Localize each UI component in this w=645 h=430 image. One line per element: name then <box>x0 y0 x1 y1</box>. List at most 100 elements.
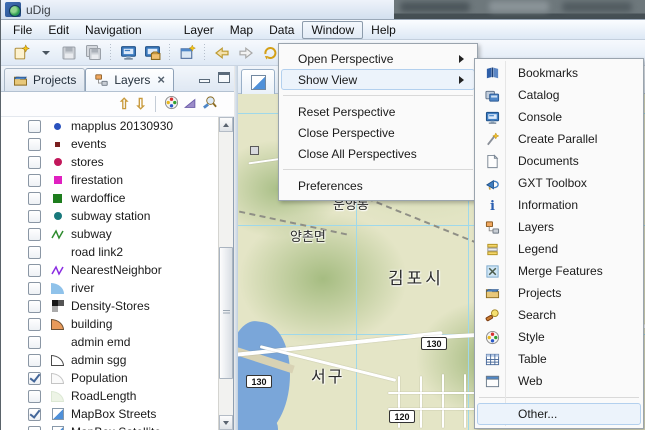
layer-checkbox[interactable] <box>28 263 41 277</box>
panel-tabs: Projects Layers × <box>1 66 234 92</box>
menu-help[interactable]: Help <box>363 21 404 39</box>
layer-list-scrollbar[interactable] <box>218 117 233 430</box>
menu-item-close-all-perspectives[interactable]: Close All Perspectives <box>281 143 475 164</box>
open-catalog-button[interactable] <box>141 42 163 64</box>
title-bar[interactable]: uDig <box>1 0 645 20</box>
layer-checkbox[interactable] <box>28 353 41 367</box>
layer-row[interactable]: events <box>1 135 219 153</box>
layer-checkbox[interactable] <box>28 209 41 223</box>
menu-item-create-parallel[interactable]: Create Parallel <box>477 128 641 150</box>
layer-row[interactable]: NearestNeighbor <box>1 261 219 279</box>
layer-checkbox[interactable] <box>28 137 41 151</box>
menu-item-show-view[interactable]: Show View <box>281 69 475 90</box>
layer-row[interactable]: MapBox Streets <box>1 405 219 423</box>
layer-checkbox[interactable] <box>28 389 41 403</box>
save-button[interactable] <box>58 42 80 64</box>
menu-window[interactable]: Window <box>302 20 364 39</box>
menu-item-bookmarks[interactable]: Bookmarks <box>477 62 641 84</box>
maximize-icon[interactable] <box>218 72 230 83</box>
layer-checkbox[interactable] <box>28 299 41 313</box>
layer-checkbox[interactable] <box>28 245 41 259</box>
layer-checkbox[interactable] <box>28 407 41 421</box>
gxt-toolbox-icon <box>484 175 500 191</box>
search-icon <box>484 307 500 323</box>
new-map-button[interactable] <box>176 42 198 64</box>
menu-map[interactable]: Map <box>222 21 261 39</box>
layer-checkbox[interactable] <box>28 155 41 169</box>
menu-item-layers[interactable]: Layers <box>477 216 641 238</box>
menu-item-console[interactable]: Console <box>477 106 641 128</box>
layer-row[interactable]: wardoffice <box>1 189 219 207</box>
style-palette-icon[interactable] <box>164 95 179 113</box>
layer-row[interactable]: Density-Stores <box>1 297 219 315</box>
layer-row[interactable]: firestation <box>1 171 219 189</box>
back-button[interactable] <box>211 42 233 64</box>
new-wizard-dropdown[interactable] <box>34 42 56 64</box>
menu-item-search[interactable]: Search <box>477 304 641 326</box>
layer-row[interactable]: stores <box>1 153 219 171</box>
layers-toolbar: ⇧ ⇩ <box>1 92 234 117</box>
window-menu: Open Perspective Show View Reset Perspec… <box>278 43 478 201</box>
layer-checkbox[interactable] <box>28 191 41 205</box>
layer-checkbox[interactable] <box>28 281 41 295</box>
layer-checkbox[interactable] <box>28 227 41 241</box>
layer-checkbox[interactable] <box>28 173 41 187</box>
layer-row[interactable]: admin sgg <box>1 351 219 369</box>
menu-item-merge-features[interactable]: Merge Features <box>477 260 641 282</box>
tab-layers[interactable]: Layers × <box>85 68 174 91</box>
menu-item-close-perspective[interactable]: Close Perspective <box>281 122 475 143</box>
layer-checkbox[interactable] <box>28 371 41 385</box>
menu-item-open-perspective[interactable]: Open Perspective <box>281 48 475 69</box>
menu-edit[interactable]: Edit <box>40 21 77 39</box>
layer-row[interactable]: mapplus 20130930 <box>1 117 219 135</box>
new-wizard-button[interactable] <box>10 42 32 64</box>
save-all-button[interactable] <box>82 42 104 64</box>
zoom-to-layer-icon[interactable] <box>202 95 218 113</box>
layer-row[interactable]: building <box>1 315 219 333</box>
menu-item-web[interactable]: Web <box>477 370 641 392</box>
move-down-icon[interactable]: ⇩ <box>134 97 147 112</box>
menu-navigation[interactable]: Navigation <box>77 21 150 39</box>
layer-checkbox[interactable] <box>28 425 41 430</box>
menu-item-documents[interactable]: Documents <box>477 150 641 172</box>
menu-data[interactable]: Data <box>261 21 302 39</box>
map-tile-icon <box>250 74 266 90</box>
layer-checkbox[interactable] <box>28 335 41 349</box>
menu-item-information[interactable]: i Information <box>477 194 641 216</box>
zoom-extent-icon[interactable] <box>183 96 198 113</box>
menu-item-reset-perspective[interactable]: Reset Perspective <box>281 101 475 122</box>
layer-row[interactable]: subway station <box>1 207 219 225</box>
menu-item-other[interactable]: Other... <box>477 403 641 425</box>
layer-row[interactable]: RoadLength <box>1 387 219 405</box>
panel-sash[interactable] <box>235 66 238 430</box>
layer-row[interactable]: admin emd <box>1 333 219 351</box>
scroll-up-button[interactable] <box>219 117 233 132</box>
menu-item-style[interactable]: Style <box>477 326 641 348</box>
close-icon[interactable]: × <box>157 73 165 86</box>
scroll-down-button[interactable] <box>219 415 233 430</box>
layer-row[interactable]: road link2 <box>1 243 219 261</box>
menu-item-catalog[interactable]: Catalog <box>477 84 641 106</box>
menu-file[interactable]: File <box>5 21 40 39</box>
minimize-icon[interactable] <box>199 79 210 83</box>
open-console-button[interactable] <box>117 42 139 64</box>
menu-item-gxt-toolbox[interactable]: GXT Toolbox <box>477 172 641 194</box>
menu-item-legend[interactable]: Legend <box>477 238 641 260</box>
menu-item-table[interactable]: Table <box>477 348 641 370</box>
map-editor-tab[interactable] <box>241 69 275 94</box>
menu-item-projects[interactable]: Projects <box>477 282 641 304</box>
layer-row[interactable]: subway <box>1 225 219 243</box>
scrollbar-thumb[interactable] <box>219 247 233 379</box>
menu-layer[interactable]: Layer <box>176 21 222 39</box>
map-marker-icon <box>250 146 259 155</box>
layer-row[interactable]: river <box>1 279 219 297</box>
layer-checkbox[interactable] <box>28 119 41 133</box>
layers-tree-icon <box>95 74 108 86</box>
layer-checkbox[interactable] <box>28 317 41 331</box>
layer-row[interactable]: Population <box>1 369 219 387</box>
forward-button[interactable] <box>235 42 257 64</box>
move-up-icon[interactable]: ⇧ <box>118 97 131 112</box>
layer-row[interactable]: MapBox Satellite <box>1 423 219 430</box>
tab-projects[interactable]: Projects <box>4 68 86 91</box>
menu-item-preferences[interactable]: Preferences <box>281 175 475 196</box>
